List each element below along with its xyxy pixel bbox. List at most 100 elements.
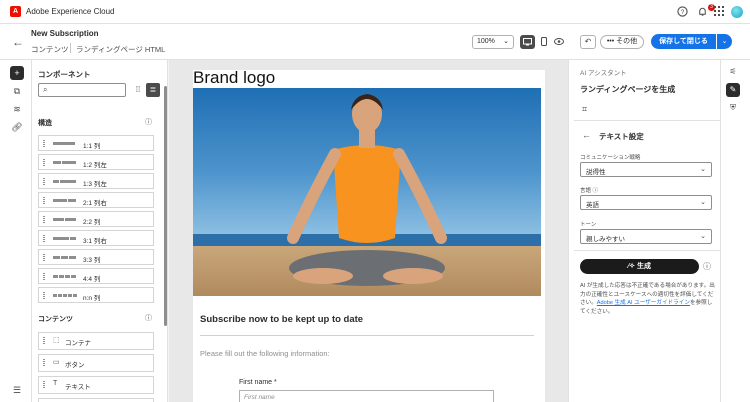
content-item[interactable]: ▭ ボタン: [38, 354, 154, 372]
zoom-value: 100%: [477, 38, 495, 45]
link-icon[interactable]: 🔗︎: [10, 120, 24, 134]
help-icon[interactable]: ⓘ: [703, 261, 711, 272]
column-layout-icon: [53, 180, 77, 183]
first-name-label: First name *: [239, 379, 277, 386]
form-intro-text[interactable]: Please fill out the following informatio…: [200, 349, 330, 358]
structure-item[interactable]: 2:1 列右: [38, 192, 154, 208]
structure-item-label: n:n 列: [83, 295, 101, 302]
info-icon[interactable]: ⓘ: [145, 313, 152, 323]
content-type-icon: ⬚: [53, 337, 60, 344]
ai-assistant-icon[interactable]: ✎: [726, 83, 740, 97]
column-layout-icon: [53, 142, 76, 145]
content-item-label: コンテナ: [65, 340, 91, 347]
structure-section-title: 構造: [38, 120, 52, 127]
page-title: New Subscription: [31, 29, 99, 38]
bell-icon[interactable]: [696, 6, 708, 18]
chevron-down-icon: ⌄: [700, 233, 706, 240]
column-layout-icon: [53, 294, 78, 297]
apps-grid-icon[interactable]: [713, 6, 725, 18]
fragments-icon[interactable]: ⧉: [10, 84, 24, 98]
hero-image[interactable]: [193, 88, 541, 296]
structure-item-label: 1:3 列左: [83, 181, 107, 188]
drag-handle-icon[interactable]: [43, 337, 45, 344]
mobile-view-icon[interactable]: [536, 35, 551, 49]
content-item[interactable]: ▬ディバイダー: [38, 398, 154, 402]
drag-handle-icon[interactable]: [43, 197, 45, 204]
adobe-logo-icon[interactable]: A: [10, 6, 21, 17]
back-arrow-icon[interactable]: ←: [582, 130, 591, 140]
structure-item[interactable]: 3:3 列: [38, 249, 154, 265]
content-item-label: テキスト: [65, 384, 91, 391]
structure-item[interactable]: 1:2 列左: [38, 154, 154, 170]
chevron-down-icon: ⌄: [503, 38, 509, 45]
zoom-select[interactable]: 100% ⌄: [472, 35, 514, 49]
generate-button[interactable]: ⁄✧ 生成: [580, 259, 699, 274]
drag-handle-icon[interactable]: [43, 381, 45, 388]
save-and-close-button[interactable]: 保存して閉じる: [651, 34, 716, 49]
column-layout-icon: [53, 256, 77, 259]
structure-item[interactable]: 1:1 列: [38, 135, 154, 151]
communication-strategy-label: コミュニケーション戦略: [580, 155, 641, 161]
search-input[interactable]: ⌕: [38, 83, 126, 97]
properties-sliders-icon[interactable]: ⚟: [726, 65, 740, 79]
more-button[interactable]: ••• その他: [600, 35, 644, 49]
list-view-icon[interactable]: ≣: [146, 83, 160, 97]
components-title: コンポーネント: [38, 70, 91, 79]
structure-item-label: 1:2 列左: [83, 162, 107, 169]
first-name-field[interactable]: First name: [239, 390, 494, 402]
add-component-icon[interactable]: +: [10, 66, 24, 80]
validation-shield-icon[interactable]: ⛨: [726, 101, 740, 115]
layers-icon[interactable]: ≋: [10, 102, 24, 116]
breadcrumb-landing-page[interactable]: ランディングページ HTML: [76, 44, 165, 55]
ai-assistant-label: AI アシスタント: [580, 70, 627, 77]
undo-icon[interactable]: ↶: [580, 35, 596, 49]
drag-handle-icon[interactable]: [43, 273, 45, 280]
ai-panel-heading: ランディングページを生成: [580, 85, 676, 94]
breadcrumb-divider: [70, 43, 71, 53]
desktop-view-icon[interactable]: [520, 35, 535, 49]
column-layout-icon: [53, 218, 77, 221]
column-layout-icon: [53, 199, 77, 202]
brand-logo[interactable]: Brand logo: [193, 68, 275, 88]
generate-label: 生成: [636, 263, 651, 270]
back-arrow-icon[interactable]: ←: [12, 35, 24, 49]
language-select[interactable]: 英語 ⌄: [580, 195, 712, 210]
save-options-chevron-icon[interactable]: ⌄: [717, 34, 732, 49]
content-item[interactable]: ⬚ コンテナ: [38, 332, 154, 350]
structure-item[interactable]: 4:4 列: [38, 268, 154, 284]
language-value: 英語: [586, 202, 599, 209]
drag-handle-icon[interactable]: [43, 159, 45, 166]
drag-handle-icon[interactable]: [43, 254, 45, 261]
tone-value: 親しみやすい: [586, 236, 625, 243]
user-avatar[interactable]: [731, 6, 743, 18]
structure-item[interactable]: 2:2 列: [38, 211, 154, 227]
content-type-icon: ▭: [53, 359, 60, 366]
preview-eye-icon[interactable]: [551, 35, 566, 49]
communication-strategy-select[interactable]: 説得性 ⌄: [580, 162, 712, 177]
info-icon[interactable]: ⓘ: [145, 117, 152, 127]
app-name[interactable]: Adobe Experience Cloud: [26, 7, 115, 16]
structure-item[interactable]: 1:3 列左: [38, 173, 154, 189]
subscribe-heading[interactable]: Subscribe now to be kept up to date: [200, 314, 363, 325]
content-item-label: ボタン: [65, 362, 85, 369]
text-settings-heading: テキスト設定: [599, 132, 644, 141]
breadcrumb-content[interactable]: コンテンツ: [31, 44, 69, 55]
help-icon[interactable]: ?: [676, 6, 688, 18]
magic-wand-icon: ⁄✧: [628, 263, 637, 270]
drag-handle-icon[interactable]: [43, 140, 45, 147]
drag-handle-icon[interactable]: [43, 216, 45, 223]
structure-item[interactable]: n:n 列: [38, 287, 154, 303]
tone-select[interactable]: 親しみやすい ⌄: [580, 229, 712, 244]
drag-handle-icon[interactable]: [43, 235, 45, 242]
structure-item-label: 3:3 列: [83, 257, 101, 264]
components-scrollbar[interactable]: [164, 86, 167, 326]
scan-icon[interactable]: ⌗: [582, 104, 587, 115]
content-item[interactable]: T テキスト: [38, 376, 154, 394]
guidelines-link[interactable]: Adobe 生成 AI ユーザーガイドライン: [597, 300, 690, 306]
drag-handle-icon[interactable]: [43, 178, 45, 185]
structure-item[interactable]: 3:1 列右: [38, 230, 154, 246]
settings-sliders-icon[interactable]: ☰: [10, 383, 24, 397]
drag-handle-icon[interactable]: [43, 359, 45, 366]
drag-handle-icon[interactable]: [43, 292, 45, 299]
grid-view-icon[interactable]: ⁞⁞: [131, 83, 145, 97]
